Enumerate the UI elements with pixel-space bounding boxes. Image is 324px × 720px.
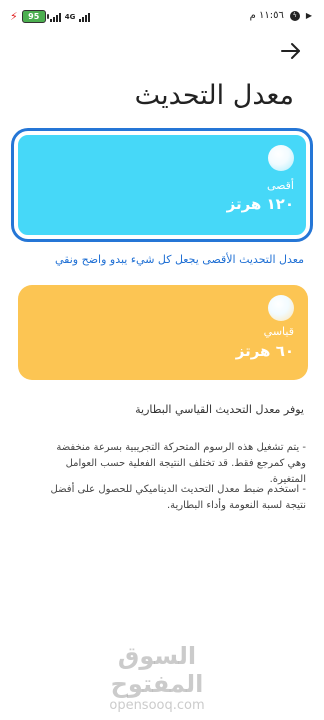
max-option-caption: معدل التحديث الأقصى يجعل كل شيء يبدو واض… xyxy=(54,253,304,266)
orb-icon xyxy=(268,295,294,321)
play-icon: ▶ xyxy=(305,11,312,20)
option-mode-label: أقصى xyxy=(266,179,294,192)
status-time: ١١:٥٦ م xyxy=(249,10,284,21)
orb-icon xyxy=(268,145,294,171)
status-bar-right: ١١:٥٦ م ϟ ▶ xyxy=(250,10,312,21)
page-title: معدل التحديث xyxy=(134,80,294,111)
option-mode-label: قياسي xyxy=(263,325,294,338)
refresh-option-standard-card[interactable]: قياسي ٦٠ هرتز xyxy=(18,285,308,380)
watermark-logo: السوق المفتوح opensooq.com xyxy=(72,642,242,714)
watermark-arabic: السوق المفتوح xyxy=(110,642,204,698)
note-text: - استخدم ضبط معدل التحديث الديناميكي للح… xyxy=(50,484,306,511)
arrow-right-icon[interactable] xyxy=(278,38,304,64)
option-rate-label: ١٢٠ هرتز xyxy=(226,195,294,213)
status-bar-left: ⚡ 95 4G xyxy=(10,10,91,23)
refresh-option-max-card[interactable]: أقصى ١٢٠ هرتز xyxy=(14,131,310,239)
standard-option-caption: يوفر معدل التحديث القياسي البطارية xyxy=(135,403,304,416)
battery-level: 95 xyxy=(28,12,40,21)
option-rate-label: ٦٠ هرتز xyxy=(235,342,294,360)
watermark-latin: opensooq.com xyxy=(109,698,205,713)
note-text: - يتم تشغيل هذه الرسوم المتحركة التجريبي… xyxy=(56,442,306,485)
network-type: 4G xyxy=(64,12,76,21)
charging-icon: ⚡ xyxy=(10,10,18,23)
messenger-icon: ϟ xyxy=(289,10,300,21)
status-bar: ⚡ 95 4G ١١:٥٦ م ϟ ▶ xyxy=(0,0,324,34)
battery-icon: 95 xyxy=(21,10,49,23)
signal-icon-2 xyxy=(79,12,91,22)
signal-icon xyxy=(49,12,61,22)
